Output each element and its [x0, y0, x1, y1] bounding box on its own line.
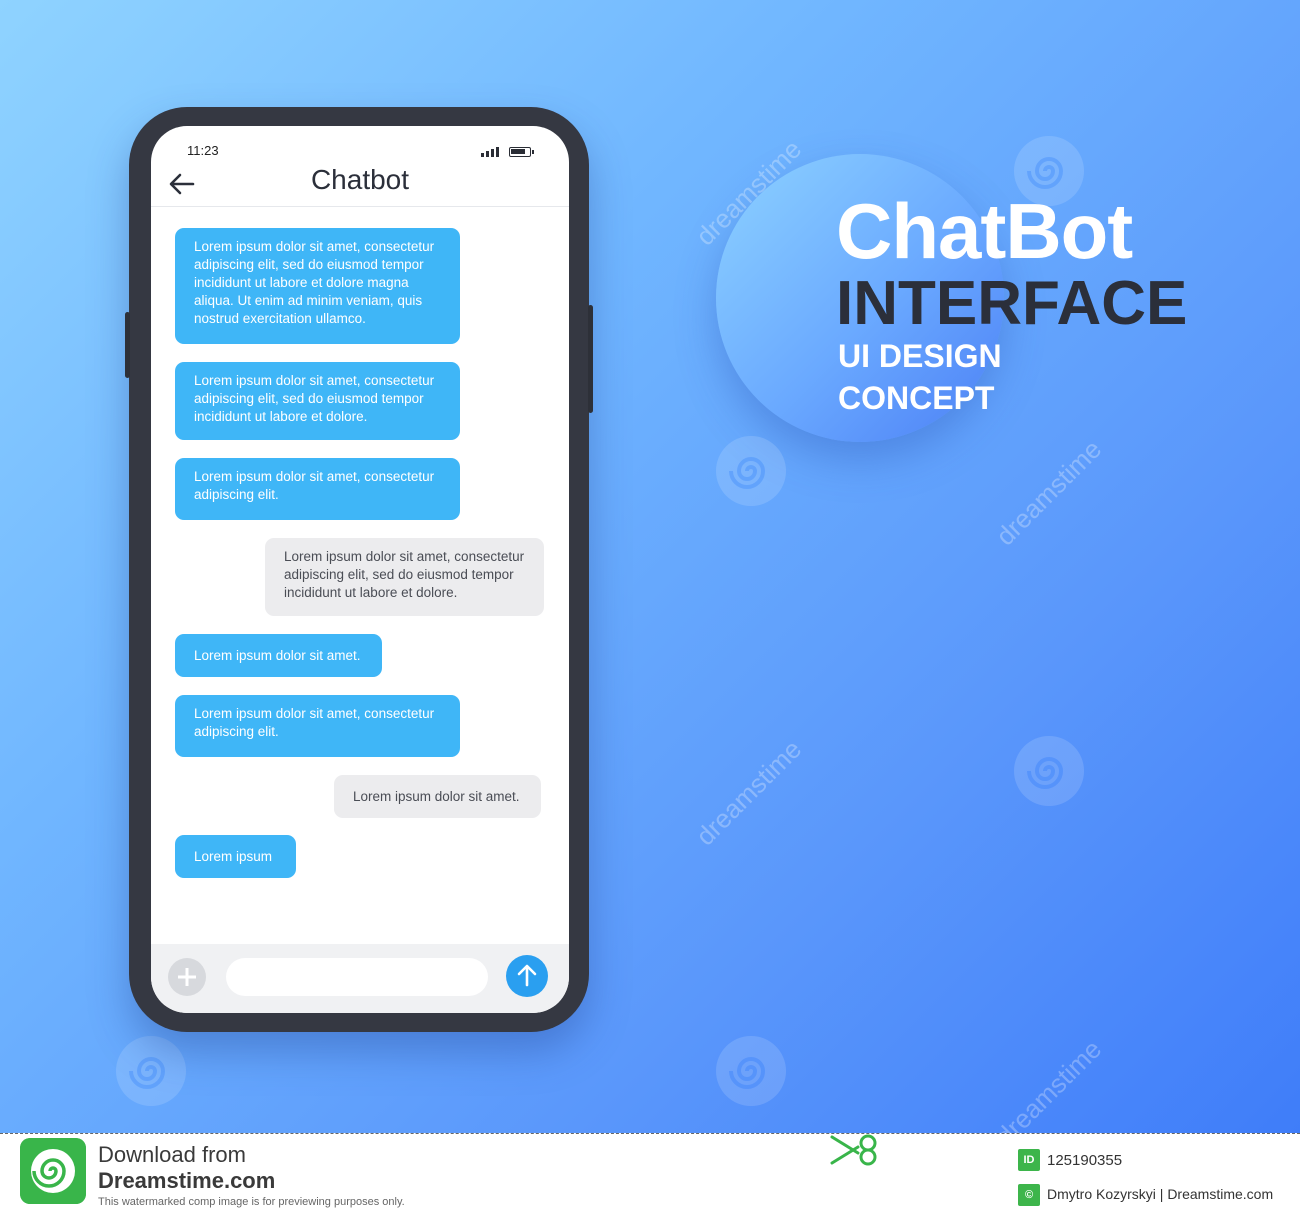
- header-divider: [151, 206, 569, 207]
- status-time: 11:23: [187, 143, 219, 158]
- watermark-text: dreamstime: [690, 733, 808, 852]
- copyright-badge: ©: [1018, 1184, 1040, 1206]
- watermark-spiral-icon: [116, 1036, 186, 1106]
- preview-notice: This watermarked comp image is for previ…: [98, 1196, 405, 1208]
- bot-message-bubble: Lorem ipsum dolor sit amet, consectetur …: [175, 458, 460, 520]
- phone-screen: 11:23 Chatbot Lorem ipsum dolor sit amet…: [151, 126, 569, 1013]
- watermark-text: dreamstime: [990, 1033, 1108, 1133]
- phone-power-button: [588, 305, 593, 413]
- id-badge: ID: [1018, 1149, 1040, 1171]
- download-label: Download from: [98, 1142, 246, 1167]
- promo-title: ChatBot: [836, 187, 1133, 275]
- send-arrow-icon: [517, 964, 537, 987]
- bot-message-bubble: Lorem ipsum dolor sit amet, consectetur …: [175, 695, 460, 757]
- chat-title: Chatbot: [310, 164, 410, 195]
- phone-volume-button: [125, 312, 130, 378]
- watermark-spiral-icon: [1014, 736, 1084, 806]
- bot-message-bubble: Lorem ipsum: [175, 835, 296, 878]
- author-credit: Dmytro Kozyrskyi | Dreamstime.com: [1047, 1186, 1274, 1202]
- promo-subtitle: UI DESIGN: [838, 338, 1002, 374]
- user-message-bubble: Lorem ipsum dolor sit amet.: [334, 775, 541, 818]
- promo-title-secondary: INTERFACE: [836, 269, 1188, 338]
- scissors-icon: [830, 1134, 877, 1166]
- user-message-bubble: Lorem ipsum dolor sit amet, consectetur …: [265, 538, 544, 616]
- image-id: 125190355: [1047, 1152, 1123, 1169]
- watermark-spiral-icon: [716, 1036, 786, 1106]
- dreamstime-logo-icon: [20, 1138, 86, 1204]
- battery-icon: [509, 147, 531, 157]
- watermark-text: dreamstime: [990, 433, 1108, 552]
- battery-tip: [532, 150, 534, 154]
- poster-background: ChatBot INTERFACE UI DESIGN CONCEPT drea…: [0, 0, 1300, 1133]
- bot-message-bubble: Lorem ipsum dolor sit amet, consectetur …: [175, 228, 460, 344]
- add-attachment-button[interactable]: [168, 958, 206, 996]
- message-input[interactable]: [226, 958, 488, 996]
- watermark-spiral-icon: [716, 436, 786, 506]
- site-name: Dreamstime.com: [98, 1168, 276, 1193]
- promo-subtitle-secondary: CONCEPT: [838, 380, 995, 416]
- signal-icon: [481, 146, 503, 157]
- bot-message-bubble: Lorem ipsum dolor sit amet.: [175, 634, 382, 677]
- bot-message-bubble: Lorem ipsum dolor sit amet, consectetur …: [175, 362, 460, 440]
- send-button[interactable]: [506, 955, 548, 997]
